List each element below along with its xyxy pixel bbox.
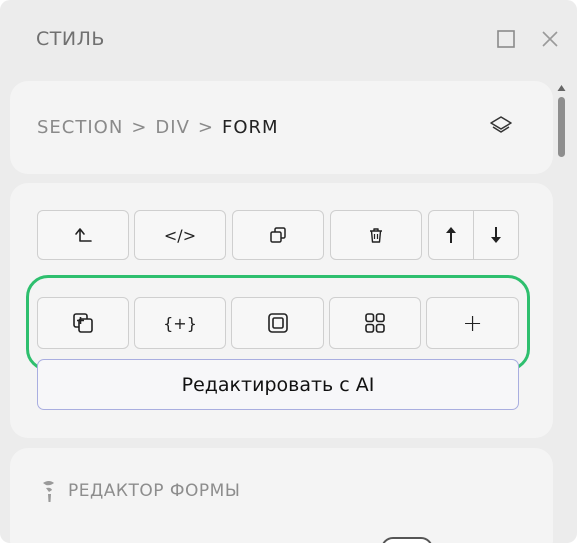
close-button[interactable] <box>539 28 561 50</box>
scrollbar-thumb[interactable] <box>558 97 565 157</box>
wrap-button[interactable] <box>231 297 324 349</box>
maximize-button[interactable] <box>495 28 517 50</box>
breadcrumb-separator: > <box>131 117 148 138</box>
layers-button[interactable] <box>488 113 514 139</box>
frame-icon <box>267 313 288 333</box>
close-icon <box>542 31 558 47</box>
breadcrumb-item-div[interactable]: DIV <box>155 117 189 138</box>
arrow-down-icon <box>491 227 501 243</box>
breadcrumb-separator: > <box>197 117 214 138</box>
maximize-icon <box>497 30 515 48</box>
add-button[interactable]: + <box>426 297 519 349</box>
delete-button[interactable] <box>330 210 422 260</box>
form-editor-toggle[interactable] <box>381 537 433 543</box>
scroll-up-icon[interactable] <box>557 84 566 92</box>
breadcrumb-item-section[interactable]: SECTION <box>37 117 123 138</box>
move-down-button[interactable] <box>473 211 518 259</box>
form-editor-icon <box>43 481 54 502</box>
form-editor-title: РЕДАКТОР ФОРМЫ <box>68 481 241 501</box>
duplicate-button[interactable] <box>232 210 324 260</box>
code-icon: </> <box>163 225 197 245</box>
move-buttons <box>428 210 519 260</box>
plus-icon: + <box>462 309 483 337</box>
form-editor-header[interactable]: РЕДАКТОР ФОРМЫ <box>40 479 240 503</box>
insert-variable-button[interactable]: {+} <box>134 297 226 349</box>
edit-with-ai-button[interactable]: Редактировать с AI <box>37 359 519 410</box>
grid-icon <box>365 313 385 333</box>
code-button[interactable]: </> <box>134 210 226 260</box>
braces-plus-icon: {+} <box>163 313 197 333</box>
select-parent-button[interactable] <box>37 210 129 260</box>
panel-title: СТИЛЬ <box>36 28 105 50</box>
copy-icon <box>270 227 286 243</box>
arrow-up-icon <box>446 227 456 243</box>
breadcrumb-item-form[interactable]: FORM <box>222 117 279 138</box>
layers-icon <box>490 116 512 133</box>
add-element-button[interactable] <box>37 297 129 349</box>
form-editor-card: РЕДАКТОР ФОРМЫ <box>10 448 553 543</box>
move-up-button[interactable] <box>429 211 473 259</box>
arrow-up-left-icon <box>75 228 92 242</box>
breadcrumb-card: SECTION > DIV > FORM <box>10 81 553 174</box>
add-layer-icon <box>73 313 93 333</box>
breadcrumb: SECTION > DIV > FORM <box>37 117 279 138</box>
style-panel: СТИЛЬ SECTION > DIV > FORM </> {+} + Ред… <box>0 0 577 543</box>
trash-icon <box>370 228 382 243</box>
components-button[interactable] <box>329 297 421 349</box>
